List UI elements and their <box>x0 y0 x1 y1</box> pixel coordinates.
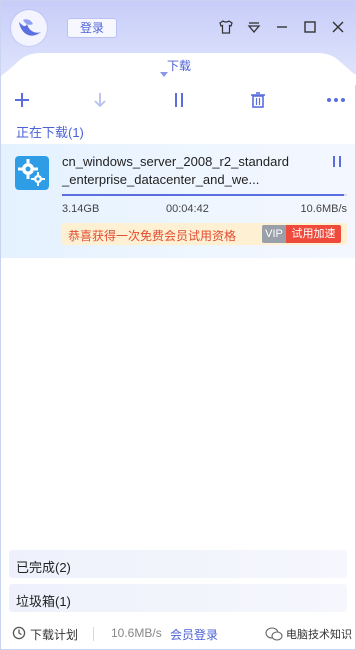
file-name: cn_windows_server_2008_r2_standard_enter… <box>62 154 289 187</box>
trash-icon <box>251 92 265 108</box>
member-login-link[interactable]: 会员登录 <box>170 626 218 643</box>
clock-icon <box>12 626 26 640</box>
progress-bar <box>62 194 347 196</box>
status-speed: 10.6MB/s <box>111 626 162 640</box>
vip-promo-bar: 恭喜获得一次免费会员试用资格 VIP 试用加速 <box>62 223 347 245</box>
pause-icon <box>175 93 183 107</box>
trash-section[interactable]: 垃圾箱(1) <box>9 584 347 612</box>
pause-all-button[interactable] <box>166 87 192 113</box>
pause-item-icon[interactable] <box>329 154 345 170</box>
tab-download[interactable]: 下载 <box>1 57 356 74</box>
start-download-button[interactable] <box>87 87 113 113</box>
login-button[interactable]: 登录 <box>67 18 117 38</box>
delete-button[interactable] <box>245 87 271 113</box>
wechat-icon <box>265 627 283 641</box>
completed-label: 已完成(2) <box>16 560 71 575</box>
tab-indicator-icon <box>160 72 168 77</box>
skin-shirt-icon[interactable] <box>215 15 237 39</box>
vip-badge: VIP <box>262 225 286 243</box>
add-download-button[interactable] <box>9 87 35 113</box>
promo-text: 恭喜获得一次免费会员试用资格 <box>68 229 237 243</box>
download-speed: 10.6MB/s <box>300 203 347 215</box>
downloading-section-title[interactable]: 正在下载(1) <box>16 122 84 141</box>
remaining-time: 00:04:42 <box>166 203 209 215</box>
status-divider <box>93 627 94 641</box>
close-icon[interactable] <box>327 15 349 39</box>
maximize-icon[interactable] <box>299 15 321 39</box>
status-bar: 下载计划 10.6MB/s 会员登录 电脑技术知识 <box>1 619 355 649</box>
download-arrow-icon <box>94 93 106 108</box>
completed-section[interactable]: 已完成(2) <box>9 550 347 578</box>
window-controls <box>215 15 349 39</box>
trash-label: 垃圾箱(1) <box>16 594 71 609</box>
trial-accelerate-button[interactable]: 试用加速 <box>286 225 341 243</box>
progress-fill <box>62 194 345 196</box>
more-button[interactable] <box>323 87 349 113</box>
download-schedule-link[interactable]: 下载计划 <box>30 626 78 643</box>
more-icon <box>327 98 345 102</box>
tab-bar: 下载 <box>1 51 356 85</box>
watermark-text: 电脑技术知识 <box>286 629 352 641</box>
app-logo-icon <box>11 10 47 46</box>
menu-dropdown-icon[interactable] <box>243 15 265 39</box>
app-window: 登录 下载 正在下载(1) cn_windows_server_2008_r2_… <box>0 0 356 650</box>
plus-icon <box>15 93 29 107</box>
title-bar: 登录 下载 <box>1 1 356 85</box>
download-item[interactable]: cn_windows_server_2008_r2_standard_enter… <box>1 144 355 258</box>
file-size: 3.14GB <box>62 203 100 215</box>
toolbar <box>1 85 356 115</box>
minimize-icon[interactable] <box>271 15 293 39</box>
exe-gear-icon <box>15 156 49 190</box>
